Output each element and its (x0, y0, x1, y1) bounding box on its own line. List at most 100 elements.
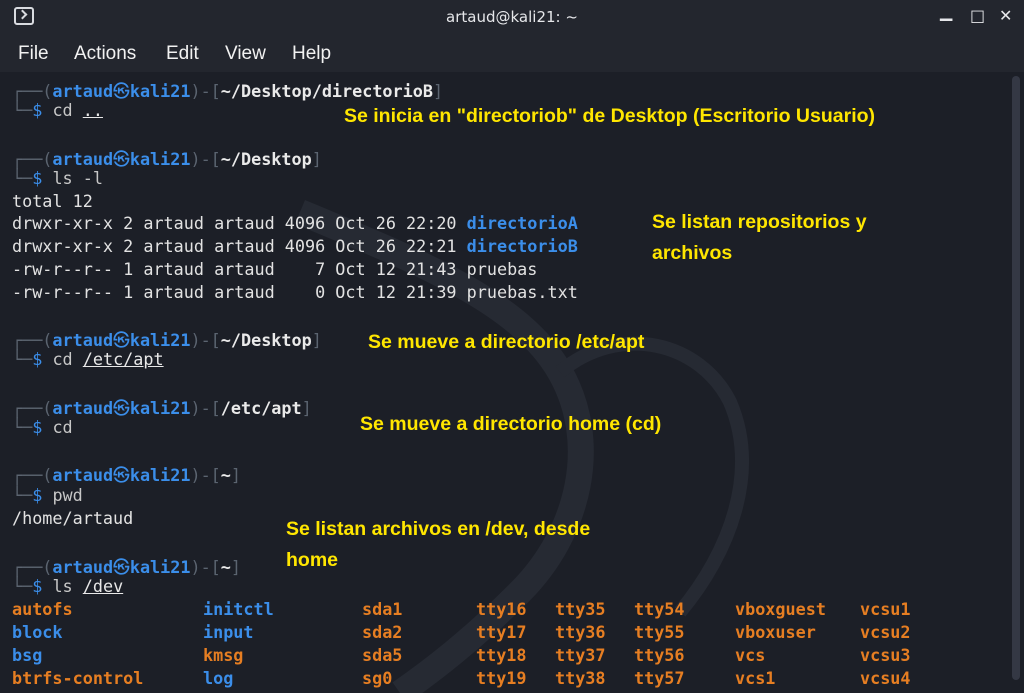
ls-row-meta: -rw-r--r-- 1 artaud artaud 7 Oct 12 21:4… (12, 259, 467, 279)
prompt-line: ┌──(artaud㉿kali21)-[~/Desktop] (12, 330, 322, 350)
prompt-line: ┌──(artaud㉿kali21)-[/etc/apt] (12, 398, 312, 418)
dev-entry: tty35 (555, 599, 606, 619)
dev-entry: tty55 (634, 622, 685, 642)
dev-entry: tty19 (476, 668, 527, 688)
command-line: └─$ cd (12, 417, 73, 437)
prompt-host: kali21 (129, 81, 191, 101)
dev-entry: vboxuser (735, 622, 816, 642)
menu-help[interactable]: Help (292, 43, 331, 65)
command-line: └─$ cd .. (12, 100, 103, 120)
menu-view[interactable]: View (225, 43, 266, 65)
prompt-line: ┌──(artaud㉿kali21)-[~/Desktop/directorio… (12, 81, 444, 101)
prompt-path: ~/Desktop/directorioB (220, 81, 433, 101)
dev-entry: sda1 (362, 599, 403, 619)
dev-entry: kmsg (203, 645, 244, 665)
prompt-dollar: $ (32, 168, 43, 188)
dev-entry: vcsu2 (860, 622, 911, 642)
prompt-user: artaud (52, 81, 114, 101)
prompt-path: ~ (220, 557, 231, 577)
prompt-host: kali21 (129, 465, 191, 485)
dev-entry: initctl (203, 599, 274, 619)
dev-entry: vboxguest (735, 599, 826, 619)
prompt-path: ~ (220, 465, 231, 485)
ls-row-meta: -rw-r--r-- 1 artaud artaud 0 Oct 12 21:3… (12, 282, 467, 302)
prompt-host: kali21 (129, 398, 191, 418)
prompt-user: artaud (52, 557, 114, 577)
ls-row: -rw-r--r-- 1 artaud artaud 0 Oct 12 21:3… (12, 282, 578, 304)
command-line: └─$ cd /etc/apt (12, 349, 164, 369)
dev-entry: tty54 (634, 599, 685, 619)
command-line: └─$ ls /dev (12, 576, 124, 596)
command: pwd (52, 485, 83, 505)
close-icon[interactable]: ✕ (999, 6, 1012, 25)
annotation: Se listan archivos en /dev, desde (286, 518, 591, 540)
ls-row-meta: drwxr-xr-x 2 artaud artaud 4096 Oct 26 2… (12, 213, 467, 233)
dev-entry: block (12, 622, 63, 642)
ls-row-name: directorioA (466, 213, 578, 233)
scrollbar[interactable] (1012, 76, 1020, 680)
ls-row: drwxr-xr-x 2 artaud artaud 4096 Oct 26 2… (12, 213, 578, 235)
dev-entry: vcsu1 (860, 599, 911, 619)
dev-entry: log (203, 668, 234, 688)
at-icon: ㉿ (113, 330, 130, 350)
command: cd (52, 100, 73, 120)
ls-row-name: pruebas.txt (466, 282, 578, 302)
dev-entry: vcs1 (735, 668, 776, 688)
pwd-output: /home/artaud (12, 508, 134, 528)
maximize-icon[interactable]: □ (970, 6, 985, 25)
dev-entry: sda2 (362, 622, 403, 642)
ls-row-meta: drwxr-xr-x 2 artaud artaud 4096 Oct 26 2… (12, 236, 467, 256)
prompt-host: kali21 (129, 149, 191, 169)
prompt-host: kali21 (129, 557, 191, 577)
annotation: Se mueve a directorio /etc/apt (368, 331, 645, 353)
menu-file[interactable]: File (18, 43, 49, 65)
ls-row: -rw-r--r-- 1 artaud artaud 7 Oct 12 21:4… (12, 259, 537, 281)
dev-entry: sda5 (362, 645, 403, 665)
menu-actions[interactable]: Actions (74, 43, 136, 65)
at-icon: ㉿ (113, 149, 130, 169)
dev-entry: tty56 (634, 645, 685, 665)
command-arg: .. (82, 100, 103, 120)
title-bar: artaud@kali21: ~ ▁ □ ✕ (0, 0, 1024, 34)
minimize-icon[interactable]: ▁ (940, 2, 952, 21)
command: ls (52, 576, 73, 596)
ls-row: drwxr-xr-x 2 artaud artaud 4096 Oct 26 2… (12, 236, 578, 258)
window-title: artaud@kali21: ~ (446, 8, 578, 26)
dev-entry: tty38 (555, 668, 606, 688)
dev-entry: tty36 (555, 622, 606, 642)
dev-entry: vcsu3 (860, 645, 911, 665)
ls-total: total 12 (12, 191, 93, 211)
command-line: └─$ pwd (12, 485, 83, 505)
at-icon: ㉿ (113, 557, 130, 577)
dev-entry: btrfs-control (12, 668, 144, 688)
at-icon: ㉿ (113, 398, 130, 418)
dev-entry: vcs (735, 645, 766, 665)
dev-entry: tty16 (476, 599, 527, 619)
annotation: Se listan repositorios y (652, 211, 867, 233)
at-icon: ㉿ (113, 465, 130, 485)
dev-entry: autofs (12, 599, 73, 619)
prompt-line: ┌──(artaud㉿kali21)-[~] (12, 465, 241, 485)
prompt-host: kali21 (129, 330, 191, 350)
prompt-dollar: $ (32, 417, 43, 437)
prompt-path: ~/Desktop (220, 149, 312, 169)
menu-edit[interactable]: Edit (166, 43, 199, 65)
ls-row-name: directorioB (466, 236, 578, 256)
annotation: home (286, 549, 339, 571)
annotation: Se inicia en "directoriob" de Desktop (E… (344, 105, 876, 127)
command-arg: /dev (82, 576, 124, 596)
prompt-dollar: $ (32, 485, 43, 505)
terminal-output[interactable]: ┌──(artaud㉿kali21)-[~/Desktop/directorio… (0, 72, 1024, 693)
prompt-user: artaud (52, 465, 114, 485)
command-line: └─$ ls -l (12, 168, 103, 188)
command: ls -l (52, 168, 103, 188)
dev-entry: bsg (12, 645, 43, 665)
command: cd (52, 349, 73, 369)
prompt-dollar: $ (32, 100, 43, 120)
command-arg: /etc/apt (82, 349, 164, 369)
prompt-line: ┌──(artaud㉿kali21)-[~/Desktop] (12, 149, 322, 169)
annotation: archivos (652, 242, 733, 264)
prompt-user: artaud (52, 149, 114, 169)
command: cd (52, 417, 73, 437)
dev-entry: tty57 (634, 668, 685, 688)
